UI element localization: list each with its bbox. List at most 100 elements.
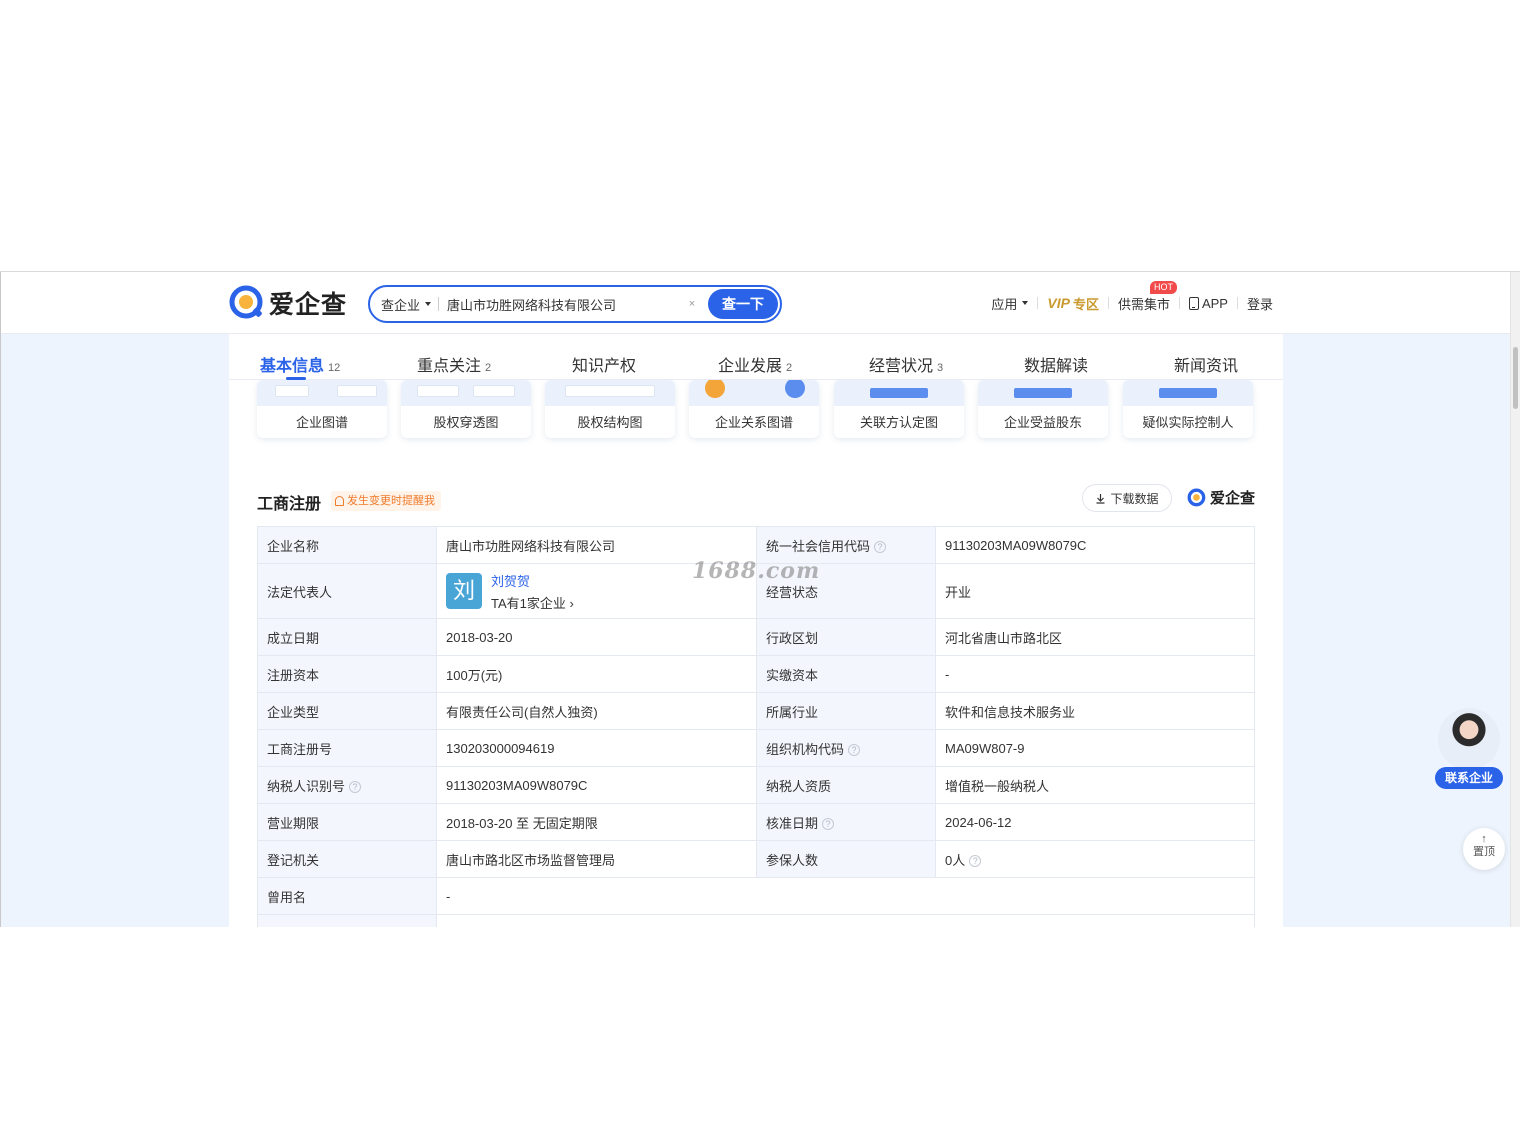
tab-count: 2	[485, 362, 492, 374]
taxpayer-qual-value: 增值税一般纳税人	[935, 766, 1255, 804]
tab-key-attention[interactable]: 重点关注 2	[417, 352, 491, 376]
thumb-node	[870, 388, 928, 398]
browser-viewport: 爱企查 查企业 × 查一下 应用 VIP专区 供需集市 HOT	[0, 271, 1520, 927]
card-equity-structure[interactable]: 股权结构图	[545, 380, 675, 438]
hot-badge: HOT	[1149, 280, 1177, 294]
thumb-node	[1159, 388, 1217, 398]
nav-app-label: APP	[1201, 295, 1228, 311]
thumb-node	[785, 380, 805, 398]
card-related-party[interactable]: 关联方认定图	[834, 380, 964, 438]
table-cell	[436, 914, 1255, 927]
org-code-value: MA09W807-9	[935, 729, 1255, 767]
help-icon[interactable]: ?	[874, 541, 887, 554]
legal-rep-name-link[interactable]: 刘贺贺	[491, 571, 574, 590]
tab-news[interactable]: 新闻资讯	[1174, 352, 1238, 376]
tab-operations[interactable]: 经营状况 3	[869, 352, 943, 376]
search-input[interactable]	[447, 296, 678, 312]
registration-table: 企业名称 唐山市功胜网络科技有限公司 统一社会信用代码? 91130203MA0…	[257, 526, 1255, 927]
tab-basic-info[interactable]: 基本信息 12	[260, 352, 340, 376]
thumb-node	[705, 380, 725, 398]
change-remind-button[interactable]: 发生变更时提醒我	[331, 491, 441, 511]
help-icon[interactable]: ?	[349, 781, 362, 794]
field-label: 营业期限	[257, 803, 437, 841]
card-relationship-graph[interactable]: 企业关系图谱	[689, 380, 819, 438]
term-value: 2018-03-20 至 无固定期限	[436, 803, 757, 841]
card-enterprise-graph[interactable]: 企业图谱	[257, 380, 387, 438]
field-label: 纳税人资质	[756, 766, 936, 804]
nav-vip-suffix: 专区	[1072, 296, 1099, 312]
phone-icon	[1188, 296, 1199, 310]
remind-label: 发生变更时提醒我	[347, 495, 435, 507]
field-label: 曾用名	[257, 877, 437, 915]
field-label: 企业类型	[257, 692, 437, 730]
insured-cell: 0人?	[935, 840, 1255, 878]
table-row: 企业类型 有限责任公司(自然人独资) 所属行业 软件和信息技术服务业	[257, 692, 1255, 730]
tab-development[interactable]: 企业发展 2	[718, 352, 792, 376]
field-label: 成立日期	[257, 618, 437, 656]
search-type-dropdown[interactable]: 查企业	[370, 295, 432, 314]
arrow-up-icon: ↑	[1481, 833, 1487, 845]
thumb-node	[565, 385, 655, 397]
field-label: 法定代表人	[257, 563, 437, 619]
search-divider	[438, 297, 440, 311]
field-label: 所属行业	[756, 692, 936, 730]
table-row: 工商注册号 130203000094619 组织机构代码? MA09W807-9	[257, 729, 1255, 767]
credit-code-value: 91130203MA09W8079C	[935, 526, 1255, 564]
insured-value: 0人	[945, 852, 966, 868]
scrollbar[interactable]	[1510, 272, 1520, 927]
card-actual-controller[interactable]: 疑似实际控制人	[1123, 380, 1253, 438]
org-code-label: 组织机构代码	[766, 741, 845, 757]
search-button[interactable]: 查一下	[708, 289, 778, 319]
scroll-thumb[interactable]	[1513, 347, 1518, 409]
field-label: 纳税人识别号?	[257, 766, 437, 804]
graph-thumbnail	[545, 380, 675, 406]
brand-watermark: 爱企查	[1187, 487, 1255, 508]
active-tab-indicator	[286, 377, 306, 380]
tab-label: 经营状况	[869, 358, 934, 375]
field-label: 核准日期?	[756, 803, 936, 841]
field-label: 工商注册号	[257, 729, 437, 767]
reg-no-value: 130203000094619	[436, 729, 757, 767]
contact-company-widget[interactable]: 联系企业	[1435, 708, 1503, 790]
tab-count: 12	[328, 362, 341, 374]
download-data-button[interactable]: 下载数据	[1082, 484, 1172, 512]
legal-rep-companies-link[interactable]: TA有1家企业 ›	[491, 593, 574, 612]
region-value: 河北省唐山市路北区	[935, 618, 1255, 656]
field-label: 注册资本	[257, 655, 437, 693]
clear-icon[interactable]: ×	[685, 297, 699, 311]
nav-vip-label: VIP	[1047, 295, 1070, 311]
tab-label: 基本信息	[260, 358, 325, 375]
field-label: 行政区划	[756, 618, 936, 656]
back-to-top-button[interactable]: ↑ 置顶	[1463, 828, 1505, 870]
download-label: 下载数据	[1110, 491, 1159, 506]
nav-apps-label: 应用	[991, 296, 1018, 312]
paid-capital-value: -	[935, 655, 1255, 693]
card-label: 企业受益股东	[1003, 415, 1082, 430]
help-icon[interactable]: ?	[848, 744, 861, 757]
thumb-node	[337, 385, 377, 397]
tab-intellectual-property[interactable]: 知识产权	[572, 352, 636, 376]
nav-login[interactable]: 登录	[1238, 294, 1282, 313]
logo-icon	[1187, 488, 1206, 506]
help-icon[interactable]: ?	[969, 855, 982, 868]
taxpayer-id-label: 纳税人识别号	[267, 778, 346, 794]
card-label: 企业关系图谱	[714, 415, 793, 430]
tab-label: 数据解读	[1024, 358, 1089, 375]
table-row	[257, 914, 1255, 927]
card-equity-penetration[interactable]: 股权穿透图	[401, 380, 531, 438]
nav-app-download[interactable]: APP	[1180, 296, 1237, 311]
card-beneficial-owner[interactable]: 企业受益股东	[978, 380, 1108, 438]
avatar[interactable]: 刘	[446, 573, 482, 609]
nav-vip-zone[interactable]: VIP 专区	[1038, 294, 1108, 313]
nav-apps[interactable]: 应用	[982, 294, 1037, 313]
nav-supply-label: 供需集市	[1117, 296, 1170, 312]
tab-label: 重点关注	[417, 358, 482, 375]
status-value: 开业	[935, 563, 1255, 619]
site-logo[interactable]: 爱企查	[229, 285, 347, 321]
tab-data-insight[interactable]: 数据解读	[1024, 352, 1088, 376]
table-row: 曾用名 -	[257, 877, 1255, 915]
tab-label: 知识产权	[572, 358, 637, 375]
nav-supply-market[interactable]: 供需集市 HOT	[1109, 280, 1179, 313]
thumb-node	[1014, 388, 1072, 398]
help-icon[interactable]: ?	[822, 818, 835, 831]
